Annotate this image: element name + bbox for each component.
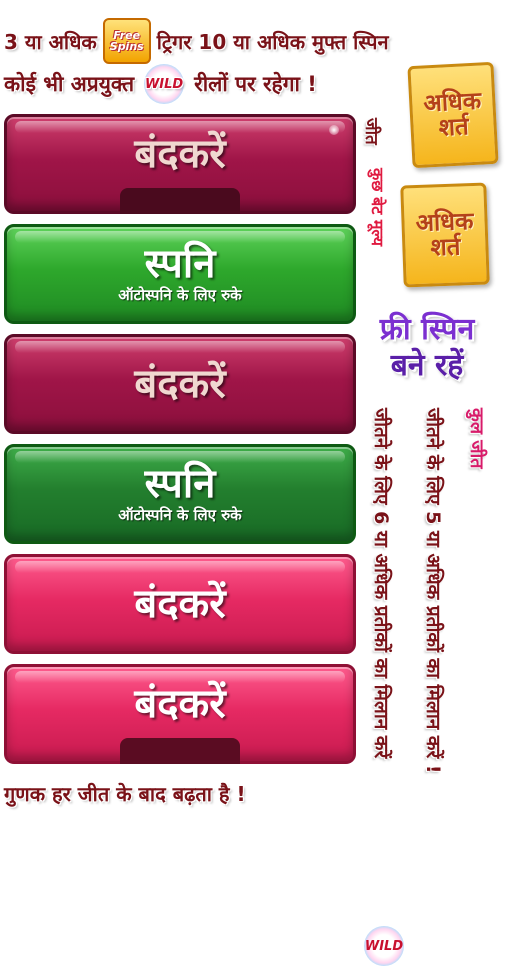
stop-label: बंदकरें bbox=[134, 681, 226, 727]
button-shine bbox=[15, 341, 345, 353]
match5-vertical-text: जीतने के लिए 5 या अधिक प्रतीकों का मिलान… bbox=[422, 408, 444, 774]
stop-label: बंदकरें bbox=[134, 361, 226, 407]
free-badge-line2: Spins bbox=[109, 40, 144, 53]
free-spin-line1: फ्री स्पिन bbox=[379, 312, 475, 347]
wild-stick-text: कोई भी अप्रयुक्त WILD रीलों पर रहेगा ! bbox=[4, 64, 317, 104]
chip-label: अधिक शर्त bbox=[415, 206, 474, 262]
stop-button-1[interactable]: बंदकरें bbox=[4, 114, 356, 214]
stop-button-3[interactable]: बंदकरें bbox=[4, 554, 356, 654]
button-tab bbox=[120, 738, 240, 764]
sparkle-icon bbox=[329, 125, 339, 135]
free-spins-badge-icon: Free Spins bbox=[102, 18, 151, 64]
button-shine bbox=[15, 561, 345, 573]
trigger-prefix: 3 या अधिक bbox=[4, 29, 97, 54]
wild-prefix: कोई भी अप्रयुक्त bbox=[4, 72, 135, 96]
total-win-vertical-label: कुल जीत bbox=[466, 408, 487, 469]
button-shine bbox=[15, 231, 345, 243]
button-tab bbox=[120, 188, 240, 214]
autospin-hint: ऑटोस्पनि के लिए रुके bbox=[118, 506, 242, 524]
trigger-suffix: ट्रिगर 10 या अधिक मुफ्त स्पिन bbox=[156, 29, 389, 54]
free-spin-title: फ्री स्पिन बने रहें bbox=[362, 312, 492, 384]
button-shine bbox=[15, 121, 345, 133]
wild-badge-icon: WILD bbox=[364, 926, 404, 966]
bet-value-vertical-label: कुछ बेट मूल्य bbox=[368, 168, 387, 247]
multiplier-text: गुणक हर जीत के बाद बढ़ता है ! bbox=[4, 782, 246, 806]
button-shine bbox=[15, 451, 345, 463]
bet-more-chip-2[interactable]: अधिक शर्त bbox=[400, 182, 490, 288]
stop-label: बंदकरें bbox=[134, 131, 226, 177]
wild-badge-icon: WILD bbox=[144, 64, 185, 104]
free-spin-line2: बने रहें bbox=[390, 348, 464, 383]
bet-more-chip-1[interactable]: अधिक शर्त bbox=[407, 61, 499, 169]
stop-button-4[interactable]: बंदकरें bbox=[4, 664, 356, 764]
button-shine bbox=[15, 671, 345, 683]
chip-label: अधिक शर्त bbox=[422, 86, 482, 142]
spin-button-2[interactable]: स्पनि ऑटोस्पनि के लिए रुके bbox=[4, 444, 356, 544]
autospin-hint: ऑटोस्पनि के लिए रुके bbox=[118, 286, 242, 304]
wild-suffix: रीलों पर रहेगा ! bbox=[194, 72, 317, 96]
free-spins-trigger-text: 3 या अधिक Free Spins ट्रिगर 10 या अधिक म… bbox=[4, 18, 389, 64]
match6-vertical-text: जीतने के लिए 6 या अधिक प्रतीकों का मिलान… bbox=[370, 408, 392, 759]
spin-button-1[interactable]: स्पनि ऑटोस्पनि के लिए रुके bbox=[4, 224, 356, 324]
spin-label: स्पनि bbox=[144, 461, 216, 507]
win-vertical-label: जीत bbox=[361, 118, 381, 145]
stop-button-2[interactable]: बंदकरें bbox=[4, 334, 356, 434]
stop-label: बंदकरें bbox=[134, 581, 226, 627]
spin-label: स्पनि bbox=[144, 241, 216, 287]
